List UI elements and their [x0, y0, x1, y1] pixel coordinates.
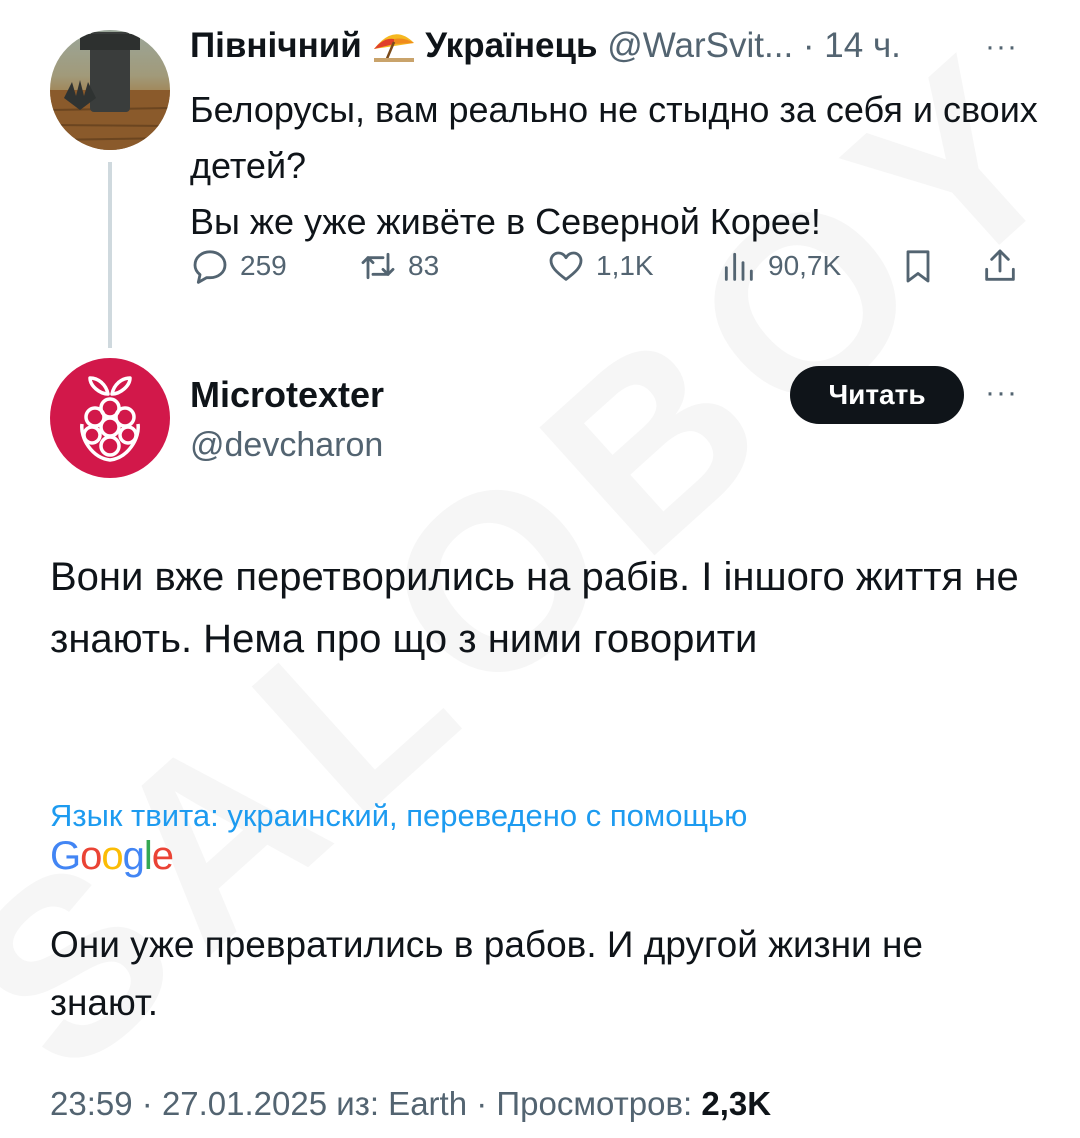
tweet-text: Вони вже перетворились на рабів. І іншог… — [50, 555, 1019, 661]
translation-label[interactable]: Язык твита: украинский, переведено с пом… — [50, 798, 747, 834]
separator: · — [476, 1085, 488, 1122]
separator: · — [141, 1085, 153, 1122]
tweet-text: Белорусы, вам реально не стыдно за себя … — [190, 82, 1050, 250]
repost-icon — [361, 252, 395, 280]
timestamp[interactable]: 14 ч. — [824, 26, 901, 65]
raspberry-pi-logo-icon — [80, 376, 140, 462]
translated-text: Они уже превратились в рабов. И другой ж… — [50, 924, 923, 1023]
reply-button[interactable]: 259 — [190, 246, 287, 286]
more-options-icon[interactable]: ··· — [985, 376, 1018, 410]
views-button[interactable]: 90,7K — [718, 246, 841, 286]
avatar-image — [50, 32, 170, 150]
google-logo: Google — [50, 834, 174, 878]
display-name-part2[interactable]: Українець — [425, 26, 597, 65]
parent-tweet-header: Північний Українець @WarSvit... · 14 ч. — [190, 26, 901, 66]
repost-button[interactable]: 83 — [358, 246, 439, 286]
views-count: 90,7K — [768, 250, 842, 281]
handle[interactable]: @WarSvit... — [607, 26, 793, 65]
more-options-icon[interactable]: ··· — [985, 30, 1018, 64]
tweet-source: из: Earth — [336, 1085, 468, 1122]
umbrella-emoji-icon — [372, 27, 416, 63]
bookmark-button[interactable] — [898, 246, 938, 286]
thread-line — [108, 162, 112, 348]
tweet-text-line: Белорусы, вам реально не стыдно за себя … — [190, 89, 1038, 186]
tweet-meta: 23:59 · 27.01.2025 из: Earth · Просмотро… — [50, 1085, 771, 1123]
bookmark-icon — [906, 250, 930, 283]
main-tweet: Microtexter @devcharon Читать ··· Вони в… — [0, 350, 1080, 1138]
like-button[interactable]: 1,1K — [546, 246, 654, 286]
tweet-actions: 259 83 1,1K 90,7K — [190, 246, 1040, 298]
avatar[interactable] — [50, 30, 170, 150]
display-name[interactable]: Microtexter — [190, 374, 384, 416]
reply-count: 259 — [240, 250, 287, 281]
views-count[interactable]: 2,3K — [701, 1085, 771, 1122]
share-button[interactable] — [980, 246, 1020, 286]
follow-button[interactable]: Читать — [790, 366, 964, 424]
avatar[interactable] — [50, 358, 170, 478]
tweet-text-line: Вы же уже живёте в Северной Корее! — [190, 201, 821, 242]
views-label: Просмотров: — [496, 1085, 693, 1122]
like-count: 1,1K — [596, 250, 654, 281]
tweet-time[interactable]: 23:59 — [50, 1085, 133, 1122]
tweet-date[interactable]: 27.01.2025 — [162, 1085, 327, 1122]
share-icon — [985, 249, 1015, 281]
parent-tweet[interactable]: Північний Українець @WarSvit... · 14 ч. … — [0, 0, 1080, 360]
views-icon — [724, 252, 753, 281]
repost-count: 83 — [408, 250, 440, 281]
separator: · — [802, 26, 815, 65]
like-icon — [549, 251, 583, 281]
handle[interactable]: @devcharon — [190, 426, 383, 465]
reply-icon — [193, 250, 227, 284]
display-name-part1[interactable]: Північний — [190, 26, 362, 65]
